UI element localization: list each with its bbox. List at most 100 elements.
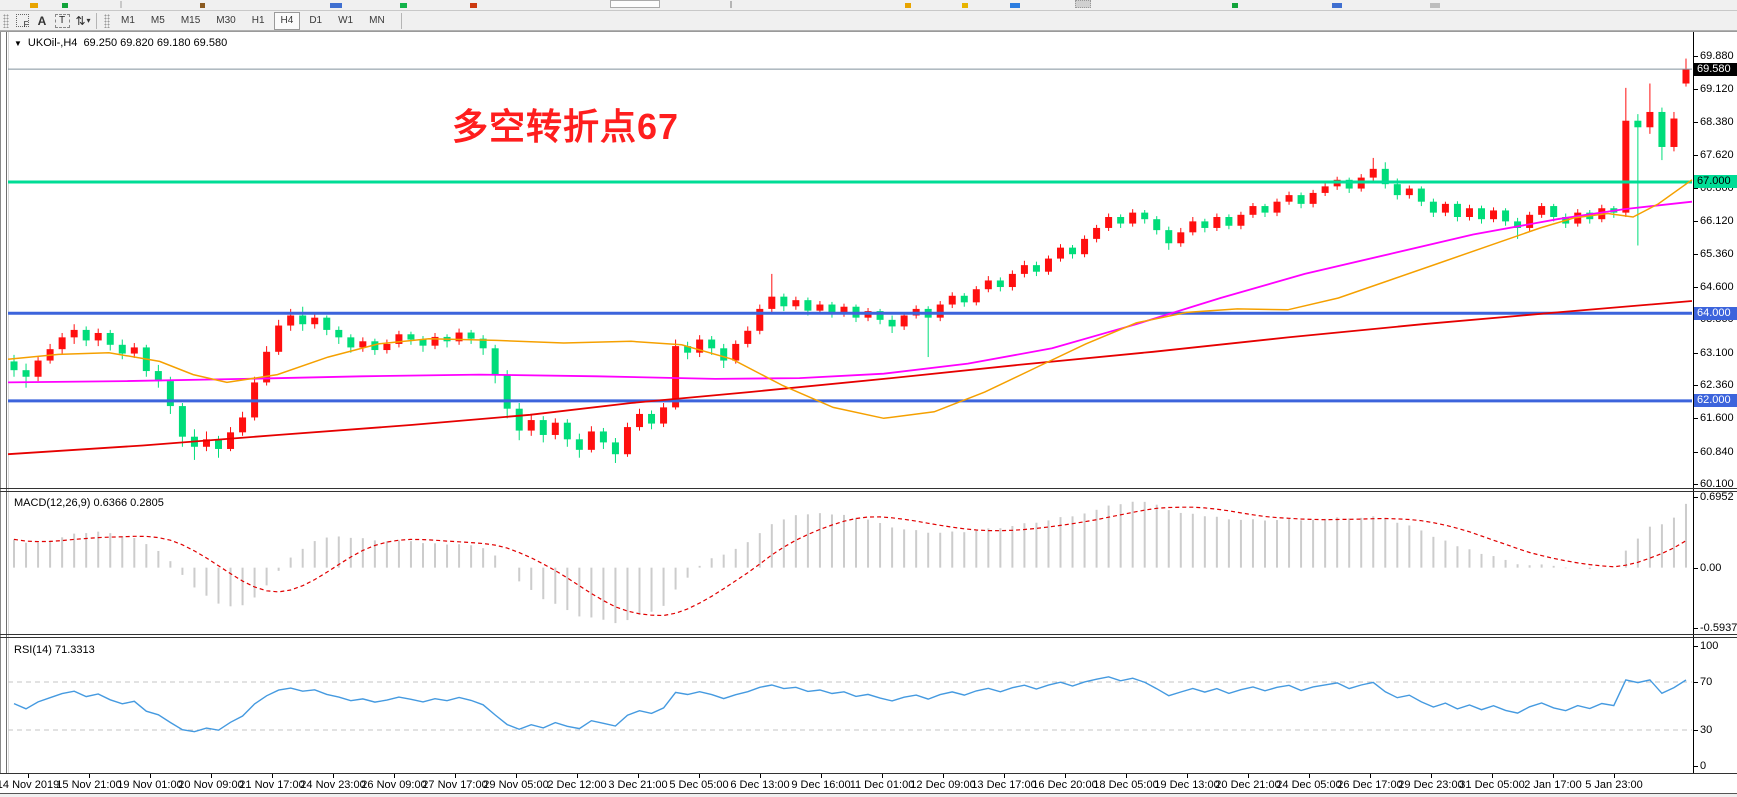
toolbar-fragment [730,1,732,8]
toolbar-fragment [120,1,122,8]
time-axis-label: 14 Nov 2019 [0,779,59,791]
time-axis-tick [394,774,395,778]
price-badge-level-67: 67.000 [1694,175,1737,188]
time-axis[interactable]: 14 Nov 201915 Nov 21:0019 Nov 01:0020 No… [0,774,1737,794]
timeframe-button-m1[interactable]: M1 [114,12,142,30]
axis-tick [1693,646,1698,647]
axis-tick [1693,254,1698,255]
time-axis-tick [943,774,944,778]
arrange-arrows-icon[interactable]: ⇅▾ [72,13,92,29]
font-a-icon[interactable]: A [32,13,52,29]
axis-tick [1693,122,1698,123]
macd-indicator-label: MACD(12,26,9) 0.6366 0.2805 [14,497,164,509]
rsi-line [14,677,1686,732]
axis-tick [1693,353,1698,354]
timeframe-button-group: M1M5M15M30H1H4D1W1MN [113,12,393,30]
price-tick-label: 68.380 [1700,116,1734,128]
moving-averages-layer [8,180,1692,454]
toolbar-fragment [1010,3,1020,8]
price-tick-label: 69.880 [1700,50,1734,62]
timeframe-toolbar-drag-handle[interactable] [104,14,110,28]
time-axis-tick [272,774,273,778]
toolbar-drag-handle[interactable] [3,14,9,28]
clipped-upper-toolbar [0,0,1737,11]
price-badge-level-64: 64.000 [1694,307,1737,320]
timeframe-button-h1[interactable]: H1 [245,12,272,30]
price-tick-label: 63.100 [1700,347,1734,359]
toolbar-fragment [1332,3,1342,8]
time-axis-label: 16 Dec 20:00 [1032,779,1097,791]
pane-splitter [0,491,1737,492]
rsi-pane-layer [8,677,1692,732]
time-axis-label: 24 Nov 23:00 [300,779,365,791]
toolbar-fragment [400,3,407,8]
axis-tick [1693,452,1698,453]
toolbar-separator [401,13,402,29]
time-axis-tick [333,774,334,778]
time-axis-label: 15 Nov 21:00 [56,779,121,791]
time-axis-label: 20 Nov 09:00 [178,779,243,791]
time-axis-label: 2 Jan 17:00 [1524,779,1582,791]
axis-tick [1693,155,1698,156]
timeframe-button-mn[interactable]: MN [362,12,392,30]
chart-title: ▼ UKOil-,H4 69.250 69.820 69.180 69.580 [14,37,227,49]
time-axis-tick [699,774,700,778]
time-axis-label: 27 Nov 17:00 [422,779,487,791]
dropdown-caret-icon[interactable]: ▾ [87,16,89,25]
trading-platform-window: F A T ⇅▾ M1M5M15M30H1H4D1W1MN ▼ UKOil-,H… [0,0,1737,797]
time-axis-tick [1553,774,1554,778]
timeframe-button-m15[interactable]: M15 [174,12,207,30]
time-axis-tick [760,774,761,778]
timeframe-button-h4[interactable]: H4 [274,12,301,30]
toolbar-fragment [962,3,968,8]
toolbar-fragment [1430,3,1440,8]
time-axis-label: 29 Nov 05:00 [483,779,548,791]
pane-splitter[interactable] [0,634,1737,635]
chart-shift-icon[interactable]: F [12,13,32,29]
time-axis-tick [1309,774,1310,778]
time-axis-tick [1370,774,1371,778]
axis-tick [1693,287,1698,288]
toolbar-fragment [330,3,342,8]
time-axis-label: 21 Nov 17:00 [239,779,304,791]
price-tick-label: 67.620 [1700,149,1734,161]
axis-tick [1693,89,1698,90]
time-axis-tick [1004,774,1005,778]
time-axis-tick [28,774,29,778]
timeframe-button-w1[interactable]: W1 [331,12,360,30]
time-axis-label: 5 Dec 05:00 [669,779,728,791]
axis-tick [1693,385,1698,386]
time-axis-label: 26 Nov 09:00 [361,779,426,791]
time-axis-tick [577,774,578,778]
price-tick-label: 66.120 [1700,215,1734,227]
mid-ma [8,202,1692,383]
macd-tick-label: -0.5937 [1700,622,1737,634]
chart-window: ▼ UKOil-,H4 69.250 69.820 69.180 69.580 … [0,31,1737,793]
time-axis-tick [821,774,822,778]
price-badge-level-62: 62.000 [1694,394,1737,407]
axis-tick [1693,628,1698,629]
time-axis-label: 18 Dec 05:00 [1093,779,1158,791]
axis-tick [1693,766,1698,767]
timeframe-button-m30[interactable]: M30 [209,12,242,30]
toolbar-fragment [62,3,68,8]
time-axis-label: 6 Dec 13:00 [730,779,789,791]
time-axis-label: 2 Dec 12:00 [547,779,606,791]
symbol-dropdown-icon[interactable]: ▼ [14,39,22,48]
timeframe-button-d1[interactable]: D1 [302,12,329,30]
axis-tick [1693,56,1698,57]
axis-tick [1693,497,1698,498]
toolbar-fragment [470,3,477,8]
time-axis-label: 19 Dec 13:00 [1154,779,1219,791]
main-chart-canvas[interactable] [0,32,1737,794]
chart-text-annotation[interactable]: 多空转折点67 [452,98,679,150]
ohlc-values-label: 69.250 69.820 69.180 69.580 [83,37,227,49]
timeframe-button-m5[interactable]: M5 [144,12,172,30]
text-label-icon[interactable]: T [52,13,72,29]
pane-splitter[interactable] [0,488,1737,489]
symbol-period-label: UKOil-,H4 [28,37,78,49]
time-axis-tick [638,774,639,778]
time-axis-label: 3 Dec 21:00 [608,779,667,791]
time-axis-tick [516,774,517,778]
macd-pane-layer [14,502,1686,623]
